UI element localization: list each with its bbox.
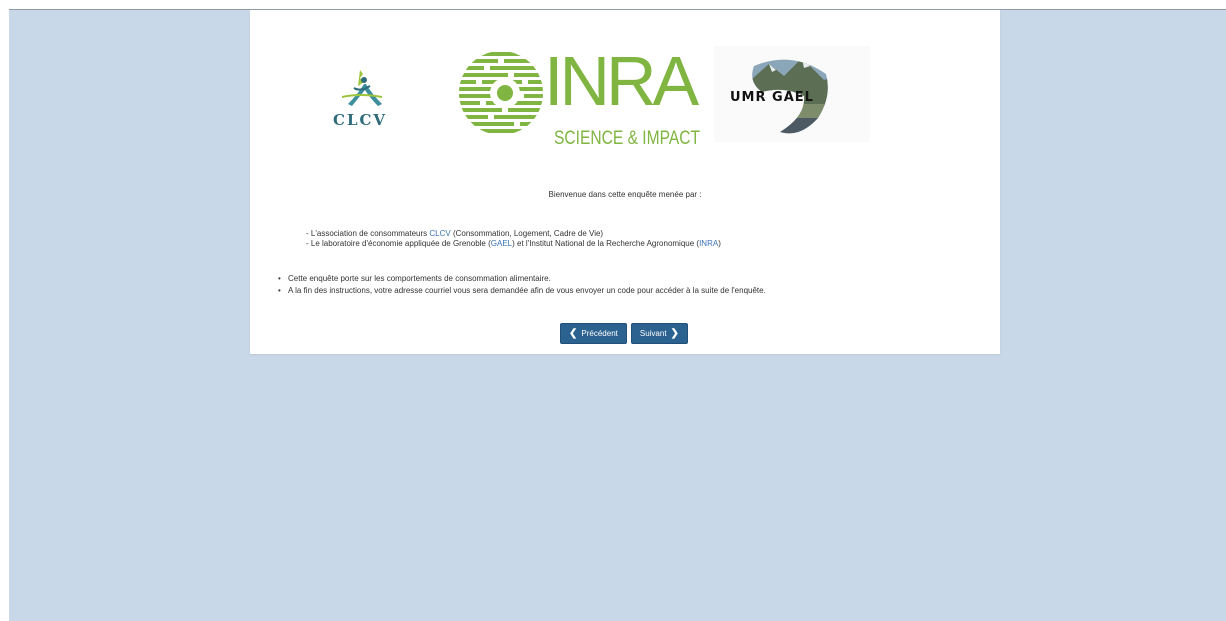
chevron-left-icon: ❮ — [569, 327, 578, 339]
credit-inra-suffix: ) — [718, 239, 721, 248]
inra-logo-text: INRA — [544, 42, 699, 120]
navigation-buttons: ❮ Précédent Suivant ❯ — [560, 323, 688, 344]
survey-panel: CLCV INRA SCIENCE & IMPACT UMR GAEL Bien… — [250, 10, 1000, 354]
previous-button[interactable]: ❮ Précédent — [560, 323, 627, 344]
chevron-right-icon: ❯ — [670, 327, 679, 339]
previous-button-label: Précédent — [581, 329, 618, 338]
inra-logo-tagline: SCIENCE & IMPACT — [554, 128, 701, 149]
clcv-link[interactable]: CLCV — [429, 229, 450, 238]
inra-logo: INRA SCIENCE & IMPACT — [458, 46, 700, 150]
credit-clcv-suffix: (Consommation, Logement, Cadre de Vie) — [450, 229, 604, 238]
credit-clcv: - L'association de consommateurs CLCV (C… — [306, 229, 721, 239]
gael-link[interactable]: GAEL — [491, 239, 512, 248]
page-background: CLCV INRA SCIENCE & IMPACT UMR GAEL Bien… — [9, 9, 1226, 621]
credits-list: - L'association de consommateurs CLCV (C… — [306, 229, 721, 249]
bullet-item: Cette enquête porte sur les comportement… — [278, 273, 766, 285]
gael-logo: UMR GAEL — [714, 46, 870, 142]
credit-gael-middle: ) et l'Institut National de la Recherche… — [512, 239, 700, 248]
credit-gael-inra: - Le laboratoire d'économie appliquée de… — [306, 239, 721, 249]
inra-link[interactable]: INRA — [699, 239, 718, 248]
clcv-figure-icon — [342, 70, 382, 106]
credit-clcv-prefix: - L'association de consommateurs — [306, 229, 430, 238]
bullet-item: A la fin des instructions, votre adresse… — [278, 285, 766, 297]
info-bullets: Cette enquête porte sur les comportement… — [278, 273, 766, 297]
next-button[interactable]: Suivant ❯ — [630, 323, 688, 344]
credit-gael-prefix: - Le laboratoire d'économie appliquée de… — [306, 239, 491, 248]
inra-globe-icon — [459, 52, 543, 133]
clcv-logo-text: CLCV — [333, 111, 388, 129]
welcome-text: Bienvenue dans cette enquête menée par : — [548, 190, 702, 199]
next-button-label: Suivant — [639, 329, 667, 338]
clcv-logo: CLCV — [330, 66, 394, 132]
gael-logo-text: UMR GAEL — [730, 90, 814, 105]
